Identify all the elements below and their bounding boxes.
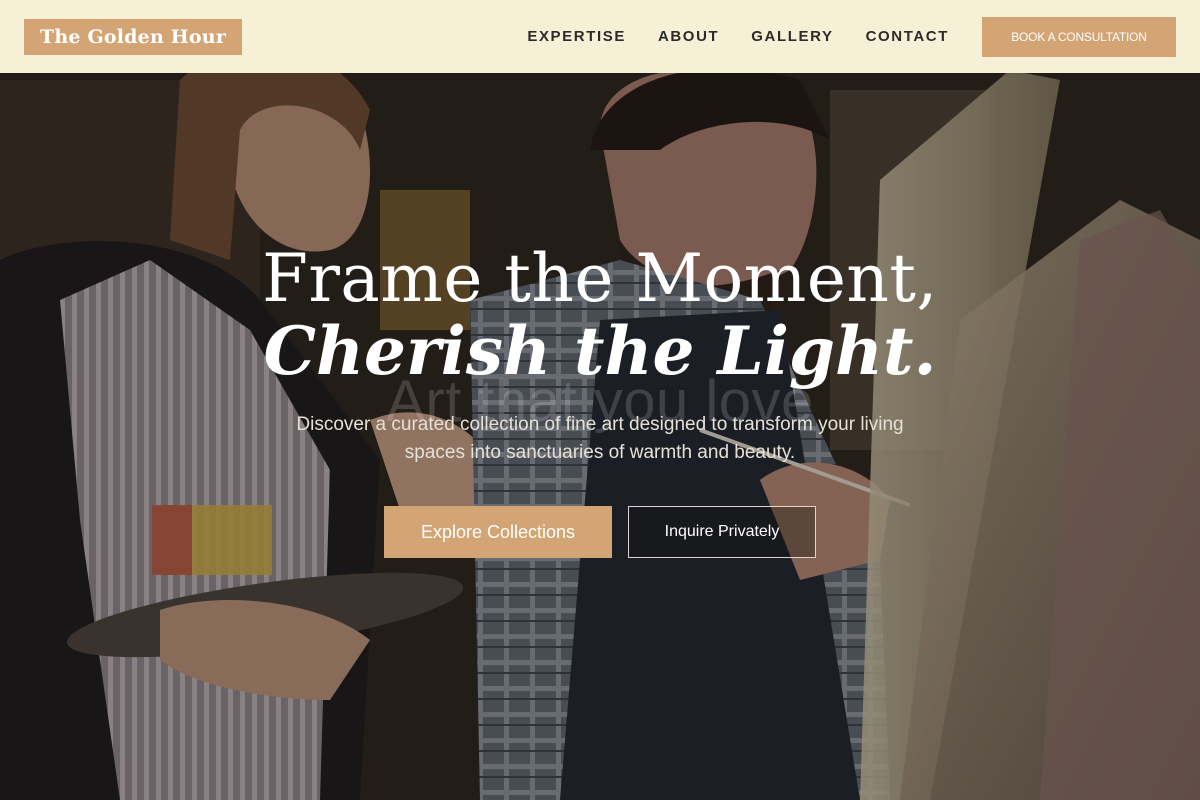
nav-link-contact[interactable]: CONTACT	[866, 28, 949, 45]
nav-link-gallery[interactable]: GALLERY	[751, 28, 833, 45]
hero-headline-line2: Cherish the Light.	[263, 312, 937, 390]
nav-link-expertise[interactable]: EXPERTISE	[527, 28, 626, 45]
main-nav: EXPERTISE ABOUT GALLERY CONTACT	[495, 28, 949, 45]
hero-subtitle: Discover a curated collection of fine ar…	[296, 414, 904, 463]
hero-headline-line1: Frame the Moment,	[262, 240, 938, 317]
explore-collections-button[interactable]: Explore Collections	[384, 506, 612, 558]
nav-link-about[interactable]: ABOUT	[658, 28, 719, 45]
hero-section: Art that you love Frame the Moment, Cher…	[0, 0, 1200, 800]
book-consultation-button[interactable]: BOOK A CONSULTATION	[982, 16, 1176, 57]
site-header: The Golden Hour EXPERTISE ABOUT GALLERY …	[0, 0, 1200, 73]
inquire-privately-button[interactable]: Inquire Privately	[628, 506, 816, 558]
logo[interactable]: The Golden Hour	[24, 18, 243, 55]
